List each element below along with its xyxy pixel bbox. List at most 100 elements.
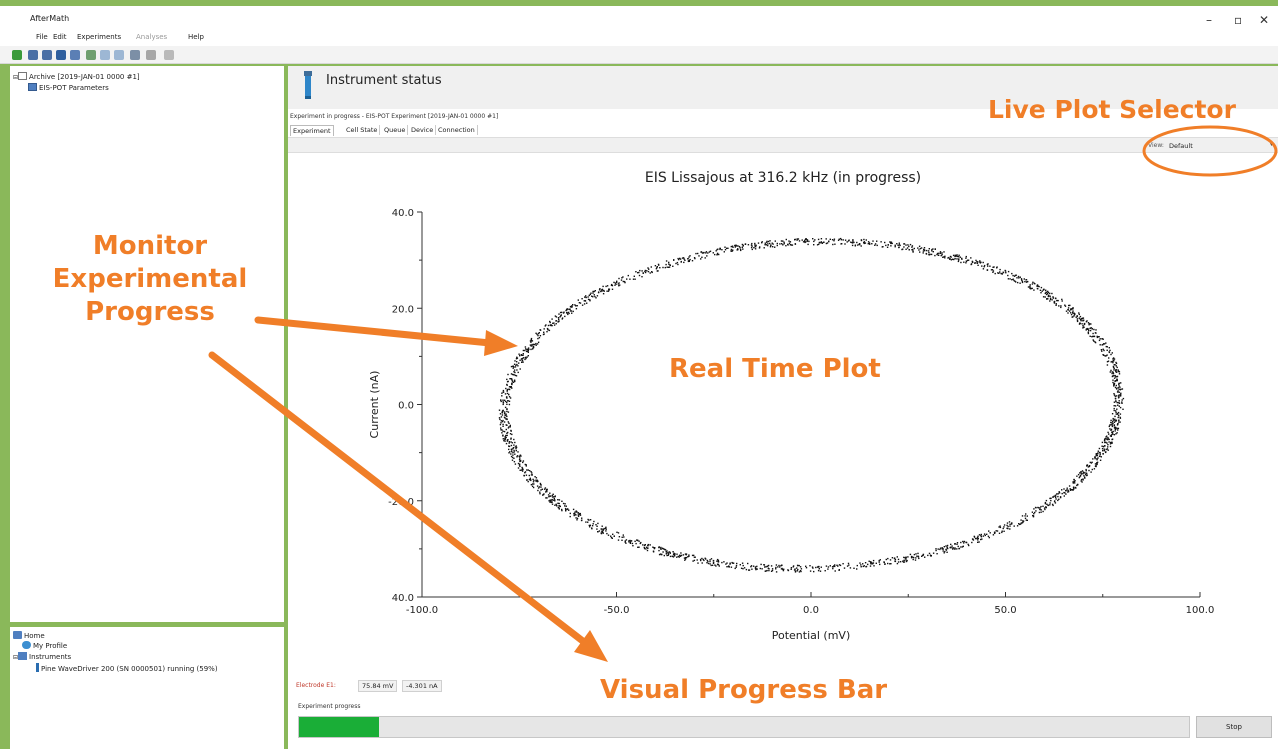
data-point [500,416,503,418]
data-point [602,289,605,292]
data-point [757,242,760,244]
settings-icon[interactable] [130,50,140,60]
chart-icon[interactable] [86,50,96,60]
copy-icon[interactable] [100,50,110,60]
data-point [847,240,850,242]
data-point [735,564,738,567]
data-point [549,492,551,494]
instrument-status-panel: Instrument status Experiment in progress… [288,66,1278,749]
data-point [644,271,647,274]
data-point [907,244,909,246]
data-point [511,459,514,461]
data-point [658,546,660,548]
tree-archive[interactable]: ⊟ Archive [2019-JAN-01 0000 #1] [13,72,140,81]
data-point [625,539,628,541]
data-point [876,240,878,242]
data-point [890,245,892,247]
data-point [735,566,737,568]
data-point [950,547,952,549]
data-point [622,280,624,283]
data-point [554,500,556,502]
data-point [1001,531,1003,534]
close-button[interactable]: ✕ [1259,13,1269,27]
data-point [989,265,991,267]
data-point [1094,463,1097,465]
tree-instruments[interactable]: ⊟ Instruments [13,652,71,661]
tree-my-profile[interactable]: My Profile [22,641,67,650]
menu-file[interactable]: File [36,33,48,41]
data-point [1105,436,1107,438]
data-point [629,542,632,544]
data-point [1112,359,1115,362]
data-point [694,257,696,260]
tools-icon[interactable] [146,50,156,60]
data-point [880,241,882,243]
data-point [592,296,594,298]
data-point [558,499,561,501]
data-point [600,532,602,534]
data-point [504,436,506,438]
data-point [1110,435,1112,437]
data-point [716,248,718,251]
data-point [1110,419,1112,422]
data-point [593,520,595,523]
data-point [1113,401,1116,403]
stop-button[interactable]: Stop [1196,716,1272,738]
data-point [515,358,518,360]
data-point [1113,369,1115,371]
data-point [973,536,976,538]
data-point [537,334,539,337]
data-point [714,253,716,256]
data-point [911,246,913,248]
window-title: AfterMath [30,14,70,23]
data-point [1120,392,1122,394]
data-point [516,455,519,457]
data-point [1069,304,1071,307]
print-icon[interactable] [70,50,80,60]
data-point [792,566,794,568]
tree-home[interactable]: Home [13,631,45,640]
tree-instrument-device[interactable]: Pine WaveDriver 200 (SN 0000501) running… [36,663,218,673]
data-point [1072,312,1074,314]
menu-edit[interactable]: Edit [53,33,67,41]
data-point [979,260,981,262]
new-icon[interactable] [12,50,22,60]
import-icon[interactable] [42,50,52,60]
data-point [922,250,925,252]
data-point [702,252,705,254]
open-icon[interactable] [28,50,38,60]
data-point [539,493,541,495]
data-point [846,565,849,567]
maximize-button[interactable]: ▫ [1234,13,1242,27]
data-point [513,366,515,368]
minimize-button[interactable]: – [1206,13,1212,27]
data-point [637,272,639,274]
paste-icon[interactable] [114,50,124,60]
data-point [952,547,955,549]
data-point [923,247,926,249]
menu-analyses[interactable]: Analyses [136,33,167,41]
data-point [931,250,933,252]
data-point [527,469,529,471]
data-point [532,345,535,348]
data-point [700,559,702,562]
data-point [853,567,855,569]
save-icon[interactable] [56,50,66,60]
data-point [508,445,510,447]
menu-help[interactable]: Help [188,33,204,41]
tree-parameters[interactable]: EIS-POT Parameters [28,83,109,92]
data-point [566,312,568,314]
data-point [682,554,685,556]
data-point [820,566,822,568]
data-point [1107,449,1109,451]
data-point [647,270,650,273]
data-point [910,557,913,559]
data-point [539,491,541,493]
data-point [965,257,967,259]
menu-experiments[interactable]: Experiments [77,33,121,41]
data-point [711,564,714,566]
data-point [585,521,587,523]
data-point [1094,465,1097,467]
help-icon[interactable] [164,50,174,60]
data-point [771,568,774,570]
